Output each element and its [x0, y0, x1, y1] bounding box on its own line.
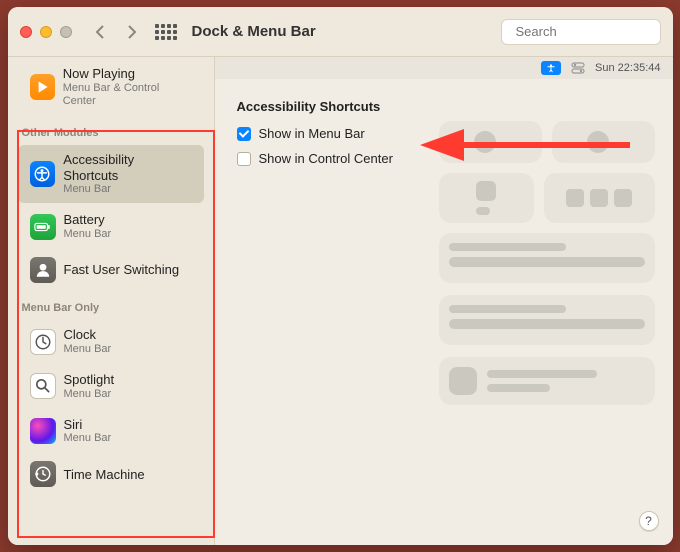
zoom-icon	[60, 26, 72, 38]
back-button[interactable]	[88, 18, 112, 46]
time-machine-icon	[30, 461, 56, 487]
traffic-lights	[20, 26, 72, 38]
forward-button[interactable]	[120, 18, 144, 46]
accessibility-icon	[30, 161, 56, 187]
sidebar: Now PlayingMenu Bar & Control Center Oth…	[8, 57, 215, 545]
show-in-control-center-checkbox[interactable]	[237, 152, 251, 166]
accessibility-badge-icon	[541, 61, 561, 75]
sidebar-item-now-playing[interactable]: Now PlayingMenu Bar & Control Center	[18, 59, 204, 115]
battery-icon	[30, 214, 56, 240]
sidebar-item-fast-user-switching[interactable]: Fast User Switching	[18, 250, 204, 290]
section-menu-bar-only: Menu Bar Only	[8, 292, 214, 318]
menubar-preview: Sun 22:35:44	[215, 57, 673, 79]
show-in-menu-bar-label: Show in Menu Bar	[259, 126, 365, 141]
close-icon[interactable]	[20, 26, 32, 38]
spotlight-icon	[30, 373, 56, 399]
control-center-preview	[439, 121, 655, 417]
show-in-control-center-label: Show in Control Center	[259, 151, 393, 166]
titlebar: Dock & Menu Bar	[8, 7, 673, 57]
sidebar-item-accessibility-shortcuts[interactable]: Accessibility ShortcutsMenu Bar	[18, 145, 204, 203]
now-playing-icon	[30, 74, 55, 100]
clock-icon	[30, 329, 56, 355]
sidebar-item-siri[interactable]: SiriMenu Bar	[18, 410, 204, 453]
preferences-window: Dock & Menu Bar Now PlayingMenu Bar & Co…	[8, 7, 673, 545]
search-input[interactable]	[516, 24, 673, 39]
section-other-modules: Other Modules	[8, 117, 214, 143]
search-field[interactable]	[501, 19, 661, 45]
window-title: Dock & Menu Bar	[192, 23, 316, 40]
sidebar-item-spotlight[interactable]: SpotlightMenu Bar	[18, 365, 204, 408]
help-button[interactable]: ?	[639, 511, 659, 531]
show-in-menu-bar-checkbox[interactable]	[237, 127, 251, 141]
sidebar-item-clock[interactable]: ClockMenu Bar	[18, 320, 204, 363]
minimize-icon[interactable]	[40, 26, 52, 38]
pane-heading: Accessibility Shortcuts	[237, 99, 651, 114]
sidebar-item-battery[interactable]: BatteryMenu Bar	[18, 205, 204, 248]
control-center-icon	[571, 62, 585, 74]
menubar-clock: Sun 22:35:44	[595, 62, 660, 74]
siri-icon	[30, 418, 56, 444]
user-switching-icon	[30, 257, 56, 283]
annotation-arrow-icon	[420, 125, 640, 165]
show-all-button[interactable]	[152, 18, 180, 46]
sidebar-item-time-machine[interactable]: Time Machine	[18, 454, 204, 494]
